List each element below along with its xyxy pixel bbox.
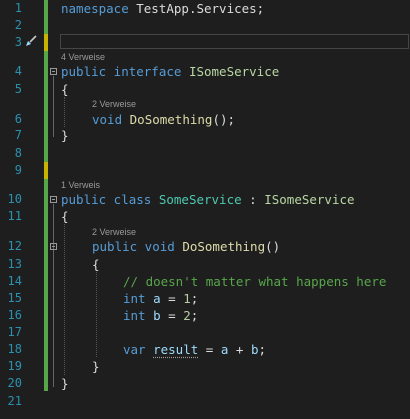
operator: = (160, 291, 184, 306)
variable: b (153, 308, 161, 323)
punctuation: () (265, 239, 281, 254)
variable-unused-hint: result (153, 342, 199, 357)
operator: + (228, 342, 251, 357)
line-number: 10 (7, 192, 22, 206)
keyword: int (123, 291, 154, 306)
code-editor[interactable]: 1 2 3 4 5 6 7 8 9 10 11 12 13 14 15 16 1… (0, 0, 410, 419)
keyword: namespace (61, 1, 129, 16)
fold-range-line (53, 76, 54, 137)
code-line-open-brace[interactable]: { (61, 208, 69, 225)
keyword: public class (61, 192, 159, 207)
line-number: 13 (7, 257, 22, 271)
line-number: 21 (7, 394, 22, 408)
code-line-method-declaration[interactable]: public void DoSomething() (92, 238, 280, 255)
punctuation: ; (190, 308, 199, 323)
codelens-references[interactable]: 4 Verweise (61, 52, 105, 63)
interface-name: ISomeService (188, 64, 280, 79)
method-name: DoSomething (182, 239, 266, 254)
codelens-references[interactable]: 1 Verweis (61, 180, 100, 191)
current-line-highlight (60, 34, 409, 49)
fold-range-line (53, 251, 54, 370)
line-number: 17 (7, 325, 22, 339)
line-number: 8 (14, 146, 22, 160)
namespace-name: TestApp.Services; (128, 1, 265, 16)
keyword: void (92, 112, 130, 127)
code-line-declaration-result[interactable]: var result = a + b; (123, 341, 266, 358)
code-line-close-brace[interactable]: } (92, 358, 100, 375)
code-line-open-brace[interactable]: { (92, 256, 100, 273)
code-line-class-declaration[interactable]: public class SomeService : ISomeService (61, 191, 355, 208)
operator: = (160, 308, 184, 323)
code-line-method-signature[interactable]: void DoSomething(); (92, 111, 235, 128)
code-line-close-brace[interactable]: } (61, 127, 69, 144)
punctuation: ; (190, 291, 199, 306)
code-line-namespace[interactable]: namespace TestApp.Services; (61, 0, 264, 17)
line-number: 3 (14, 35, 22, 49)
line-number: 12 (7, 239, 22, 253)
line-number: 15 (7, 291, 22, 305)
codelens-references[interactable]: 2 Verweise (92, 99, 136, 110)
line-number: 2 (14, 18, 22, 32)
operator: = (198, 342, 221, 357)
indent-guide (64, 224, 65, 375)
fold-toggle-icon[interactable] (50, 68, 57, 75)
keyword: public interface (61, 64, 189, 79)
method-name: DoSomething (129, 112, 213, 127)
line-number: 6 (14, 112, 22, 126)
fold-toggle-icon[interactable] (50, 196, 57, 203)
base-interface-name: ISomeService (264, 192, 355, 207)
keyword: public void (92, 239, 183, 254)
line-number: 16 (7, 308, 22, 322)
line-number: 5 (14, 82, 22, 96)
line-number: 4 (14, 64, 22, 78)
number-literal: 2 (183, 308, 191, 323)
line-number: 19 (7, 359, 22, 373)
quick-actions-brush-icon[interactable] (24, 34, 38, 48)
line-number: 9 (14, 163, 22, 177)
line-number: 14 (7, 274, 22, 288)
punctuation: ; (258, 342, 267, 357)
codelens-references[interactable]: 2 Verweise (92, 227, 136, 238)
line-number: 18 (7, 342, 22, 356)
code-line-interface-declaration[interactable]: public interface ISomeService (61, 63, 279, 80)
keyword: int (123, 308, 154, 323)
class-name: SomeService (158, 192, 242, 207)
line-number: 11 (7, 209, 22, 223)
change-marker-saved (44, 179, 48, 391)
punctuation: (); (212, 112, 236, 127)
indent-guide (64, 97, 65, 127)
punctuation: : (241, 192, 265, 207)
change-marker-saved (44, 0, 48, 34)
code-line-close-brace[interactable]: } (61, 375, 69, 392)
code-line-declaration-a[interactable]: int a = 1; (123, 290, 198, 307)
line-number: 7 (14, 128, 22, 142)
line-number: 20 (7, 376, 22, 390)
code-line-open-brace[interactable]: { (61, 81, 69, 98)
keyword: var (123, 342, 154, 357)
change-marker-unsaved (44, 162, 48, 179)
code-line-declaration-b[interactable]: int b = 2; (123, 307, 198, 324)
number-literal: 1 (183, 291, 191, 306)
line-number: 1 (14, 1, 22, 15)
code-line-comment[interactable]: // doesn't matter what happens here (123, 273, 386, 290)
change-marker-saved (44, 51, 48, 162)
indent-guide (96, 272, 97, 357)
change-marker-unsaved (44, 34, 48, 51)
fold-toggle-icon[interactable] (50, 243, 57, 250)
variable: a (153, 291, 161, 306)
